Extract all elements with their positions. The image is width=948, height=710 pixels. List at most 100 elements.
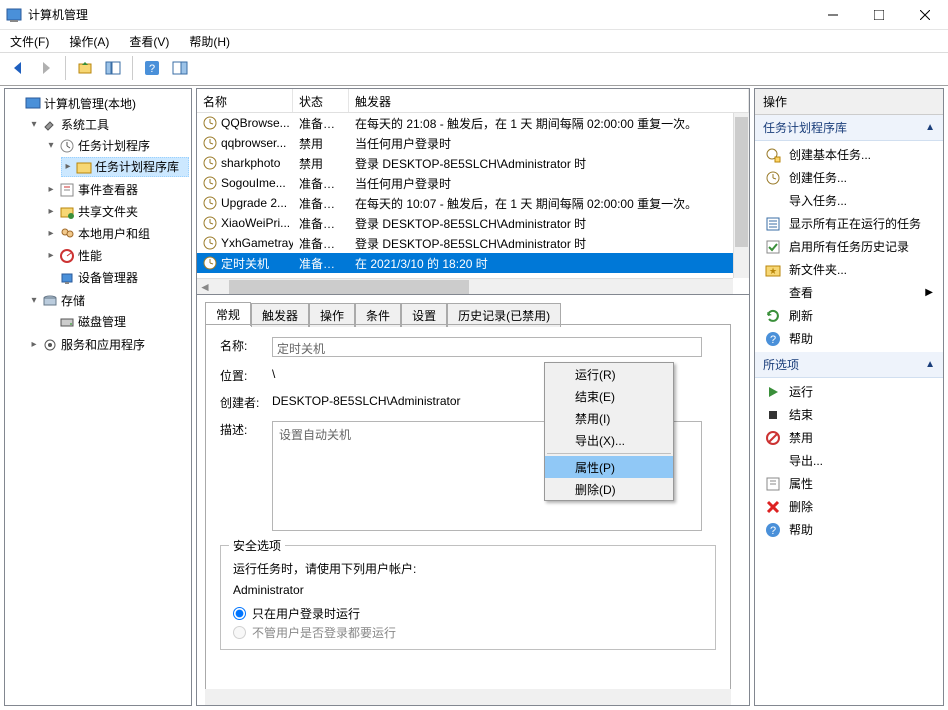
task-trigger: 当任何用户登录时 bbox=[349, 175, 733, 192]
action-refresh[interactable]: 刷新 bbox=[755, 304, 943, 327]
action-icon bbox=[765, 147, 781, 163]
task-state: 准备就绪 bbox=[293, 235, 349, 252]
tab-general[interactable]: 常规 bbox=[205, 302, 251, 326]
actions-section-selected[interactable]: 所选项 bbox=[763, 356, 799, 373]
close-button[interactable] bbox=[902, 0, 948, 30]
computer-icon bbox=[25, 96, 41, 112]
task-trigger: 登录 DESKTOP-8E5SLCH\Administrator 时 bbox=[349, 235, 733, 252]
tree-shared-folders[interactable]: 共享文件夹 bbox=[78, 203, 138, 221]
action-icon: ? bbox=[765, 522, 781, 538]
task-trigger: 登录 DESKTOP-8E5SLCH\Administrator 时 bbox=[349, 215, 733, 232]
action-icon bbox=[765, 499, 781, 515]
action-create-basic-task[interactable]: 创建基本任务... bbox=[755, 143, 943, 166]
minimize-button[interactable] bbox=[810, 0, 856, 30]
back-button[interactable] bbox=[6, 56, 30, 80]
action-icon: ★ bbox=[765, 262, 781, 278]
detail-horizontal-scrollbar[interactable] bbox=[205, 689, 731, 705]
task-row[interactable]: qqbrowser...禁用当任何用户登录时 bbox=[197, 133, 733, 153]
context-menu: 运行(R) 结束(E) 禁用(I) 导出(X)... 属性(P) 删除(D) bbox=[544, 362, 674, 501]
menu-action[interactable]: 操作(A) bbox=[65, 32, 113, 52]
action-new-folder[interactable]: ★新文件夹... bbox=[755, 258, 943, 281]
tree-performance[interactable]: 性能 bbox=[78, 247, 102, 265]
maximize-button[interactable] bbox=[856, 0, 902, 30]
task-row[interactable]: sharkphoto禁用登录 DESKTOP-8E5SLCH\Administr… bbox=[197, 153, 733, 173]
action-icon bbox=[765, 170, 781, 186]
ctx-run[interactable]: 运行(R) bbox=[545, 363, 673, 385]
clock-icon bbox=[203, 256, 217, 270]
field-name[interactable]: 定时关机 bbox=[272, 337, 702, 357]
action-label: 显示所有正在运行的任务 bbox=[789, 215, 921, 232]
radio-logged-on-only[interactable] bbox=[233, 607, 246, 620]
grid-horizontal-scrollbar[interactable]: ◄ bbox=[197, 278, 733, 294]
menu-file[interactable]: 文件(F) bbox=[6, 32, 53, 52]
tree-event-viewer[interactable]: 事件查看器 bbox=[78, 181, 138, 199]
action-selected-help[interactable]: ?帮助 bbox=[755, 518, 943, 541]
task-row[interactable]: QQBrowse...准备就绪在每天的 21:08 - 触发后，在 1 天 期间… bbox=[197, 113, 733, 133]
action-show-running[interactable]: 显示所有正在运行的任务 bbox=[755, 212, 943, 235]
action-view-submenu[interactable]: 查看▶ bbox=[755, 281, 943, 304]
grid-vertical-scrollbar[interactable] bbox=[733, 113, 749, 278]
action-icon bbox=[765, 384, 781, 400]
collapse-icon[interactable]: ▲ bbox=[925, 359, 935, 370]
nav-tree[interactable]: 计算机管理(本地) ▾系统工具 ▾任务计划程序 ▸任务计划程序库 ▸事件查看器 … bbox=[4, 88, 192, 706]
col-header-name[interactable]: 名称 bbox=[197, 89, 293, 112]
col-header-state[interactable]: 状态 bbox=[293, 89, 349, 112]
tree-device-manager[interactable]: 设备管理器 bbox=[78, 269, 138, 287]
disk-icon bbox=[59, 314, 75, 330]
radio-any-logon-label: 不管用户是否登录都要运行 bbox=[252, 624, 396, 641]
action-icon bbox=[765, 430, 781, 446]
action-enable-history[interactable]: 启用所有任务历史记录 bbox=[755, 235, 943, 258]
task-row[interactable]: Upgrade 2...准备就绪在每天的 10:07 - 触发后，在 1 天 期… bbox=[197, 193, 733, 213]
help-button[interactable]: ? bbox=[140, 56, 164, 80]
action-selected-end[interactable]: 结束 bbox=[755, 403, 943, 426]
task-name: XiaoWeiPri... bbox=[221, 216, 290, 230]
tree-scheduler[interactable]: 任务计划程序 bbox=[78, 137, 150, 155]
event-icon bbox=[59, 182, 75, 198]
collapse-icon[interactable]: ▲ bbox=[925, 122, 935, 133]
action-icon bbox=[765, 216, 781, 232]
tree-services[interactable]: 服务和应用程序 bbox=[61, 336, 145, 354]
action-selected-export[interactable]: 导出... bbox=[755, 449, 943, 472]
ctx-properties[interactable]: 属性(P) bbox=[545, 456, 673, 478]
task-state: 准备就绪 bbox=[293, 175, 349, 192]
action-selected-delete[interactable]: 删除 bbox=[755, 495, 943, 518]
action-selected-properties[interactable]: 属性 bbox=[755, 472, 943, 495]
tree-disk-mgmt[interactable]: 磁盘管理 bbox=[78, 313, 126, 331]
action-selected-run[interactable]: 运行 bbox=[755, 380, 943, 403]
ctx-export[interactable]: 导出(X)... bbox=[545, 429, 673, 451]
task-row[interactable]: SogouIme...准备就绪当任何用户登录时 bbox=[197, 173, 733, 193]
up-button[interactable] bbox=[73, 56, 97, 80]
tree-local-users[interactable]: 本地用户和组 bbox=[78, 225, 150, 243]
users-icon bbox=[59, 226, 75, 242]
tree-scheduler-library[interactable]: 任务计划程序库 bbox=[95, 158, 179, 176]
action-label: 禁用 bbox=[789, 429, 813, 446]
task-grid[interactable]: 名称 状态 触发器 QQBrowse...准备就绪在每天的 21:08 - 触发… bbox=[197, 89, 749, 295]
folder-lib-icon bbox=[76, 159, 92, 175]
svg-text:?: ? bbox=[770, 334, 776, 346]
action-create-task[interactable]: 创建任务... bbox=[755, 166, 943, 189]
menu-help[interactable]: 帮助(H) bbox=[185, 32, 234, 52]
clock-icon bbox=[203, 176, 217, 190]
label-description: 描述: bbox=[220, 421, 272, 438]
tree-root[interactable]: 计算机管理(本地) bbox=[44, 95, 136, 113]
col-header-trigger[interactable]: 触发器 bbox=[349, 89, 749, 112]
tree-tools[interactable]: 系统工具 bbox=[61, 116, 109, 134]
menu-view[interactable]: 查看(V) bbox=[125, 32, 173, 52]
action-help[interactable]: ?帮助 bbox=[755, 327, 943, 350]
task-name: Upgrade 2... bbox=[221, 196, 287, 210]
task-row[interactable]: XiaoWeiPri...准备就绪登录 DESKTOP-8E5SLCH\Admi… bbox=[197, 213, 733, 233]
clock-icon bbox=[203, 136, 217, 150]
app-icon bbox=[6, 7, 22, 23]
action-selected-disable[interactable]: 禁用 bbox=[755, 426, 943, 449]
task-row[interactable]: YxhGametray准备就绪登录 DESKTOP-8E5SLCH\Admini… bbox=[197, 233, 733, 253]
task-row[interactable]: 定时关机准备就绪在 2021/3/10 的 18:20 时 bbox=[197, 253, 733, 273]
action-import-task[interactable]: 导入任务... bbox=[755, 189, 943, 212]
actions-section-library[interactable]: 任务计划程序库 bbox=[763, 119, 847, 136]
show-hide-tree-button[interactable] bbox=[101, 56, 125, 80]
ctx-delete[interactable]: 删除(D) bbox=[545, 478, 673, 500]
forward-button[interactable] bbox=[34, 56, 58, 80]
tree-storage[interactable]: 存储 bbox=[61, 292, 85, 310]
toggle-pane-button[interactable] bbox=[168, 56, 192, 80]
ctx-disable[interactable]: 禁用(I) bbox=[545, 407, 673, 429]
ctx-end[interactable]: 结束(E) bbox=[545, 385, 673, 407]
